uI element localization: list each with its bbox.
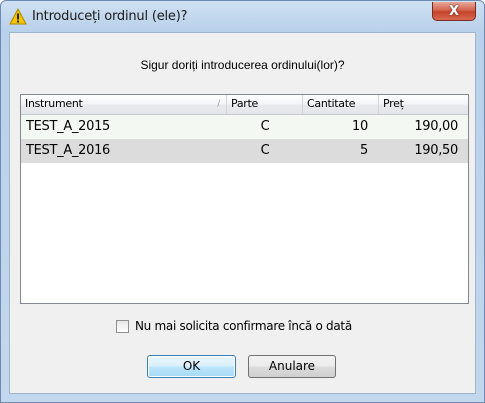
column-header-label: Parte — [231, 97, 258, 110]
column-header-instrument[interactable]: Instrument / — [21, 95, 227, 114]
orders-table: Instrument / Parte Cantitate Preț TEST_A… — [20, 94, 469, 304]
window-title: Introduceți ordinul (ele)? — [32, 9, 188, 24]
dont-ask-again-checkbox[interactable] — [116, 320, 129, 333]
cell-pret: 190,00 — [414, 119, 458, 134]
close-button[interactable]: X — [432, 2, 476, 21]
column-header-label: Preț — [383, 97, 404, 110]
sort-indicator-icon: / — [217, 99, 220, 109]
cell-parte: C — [260, 119, 270, 134]
cell-instrument: TEST_A_2015 — [26, 119, 111, 134]
column-header-label: Cantitate — [307, 97, 356, 110]
table-row[interactable]: TEST_A_2015 C 10 190,00 — [21, 115, 468, 139]
dialog-window: Introduceți ordinul (ele)? X Sigur doriț… — [0, 0, 485, 403]
column-header-parte[interactable]: Parte — [227, 95, 303, 114]
cell-parte: C — [260, 143, 270, 158]
table-row[interactable]: TEST_A_2016 C 5 190,50 — [21, 139, 468, 163]
column-header-pret[interactable]: Preț — [379, 95, 468, 114]
column-header-cantitate[interactable]: Cantitate — [303, 95, 379, 114]
cell-cantitate: 5 — [360, 143, 368, 158]
confirmation-question: Sigur doriți introducerea ordinului(lor)… — [140, 58, 345, 72]
cell-pret: 190,50 — [414, 143, 458, 158]
dont-ask-again-option[interactable]: Nu mai solicita confirmare încă o dată — [10, 319, 475, 335]
dont-ask-again-label[interactable]: Nu mai solicita confirmare încă o dată — [135, 319, 352, 334]
table-header: Instrument / Parte Cantitate Preț — [21, 95, 468, 115]
column-header-label: Instrument — [25, 97, 83, 110]
title-bar[interactable]: Introduceți ordinul (ele)? X — [1, 1, 484, 33]
warning-icon — [9, 8, 27, 25]
ok-button[interactable]: OK — [147, 355, 236, 378]
cancel-button[interactable]: Anulare — [248, 355, 336, 378]
dialog-body: Sigur doriți introducerea ordinului(lor)… — [9, 32, 476, 394]
cell-cantitate: 10 — [352, 119, 368, 134]
close-icon: X — [448, 3, 460, 19]
cell-instrument: TEST_A_2016 — [26, 143, 111, 158]
